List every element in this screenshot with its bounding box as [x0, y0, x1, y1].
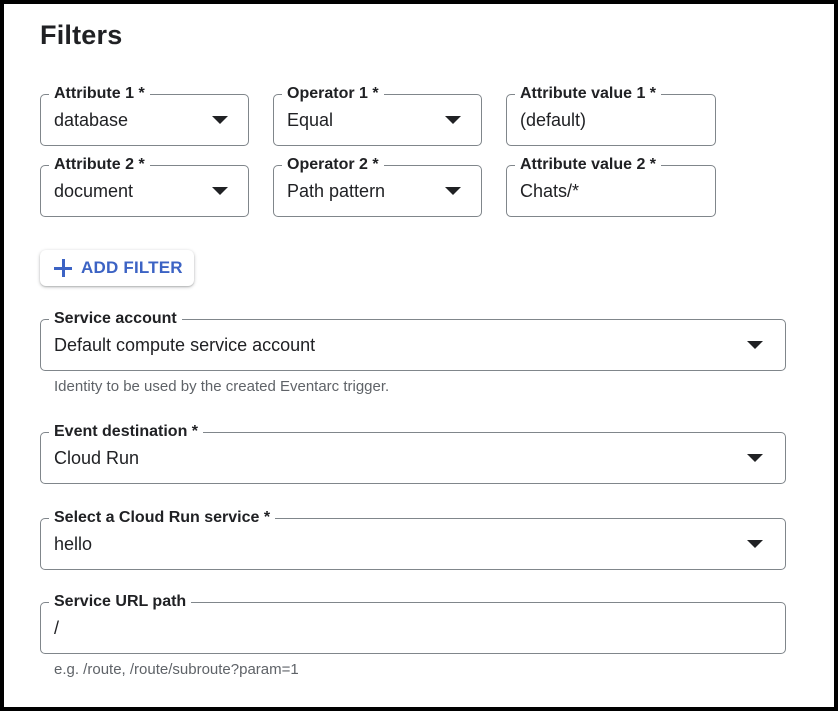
dropdown-arrow-icon — [212, 116, 228, 124]
dropdown-arrow-icon — [445, 187, 461, 195]
operator-2-value: Path pattern — [287, 181, 386, 201]
service-account-label: Service account — [49, 309, 182, 329]
attribute-value-2-label: Attribute value 2 * — [515, 155, 662, 175]
dropdown-arrow-icon — [445, 116, 461, 124]
operator-1-label: Operator 1 * — [282, 84, 384, 104]
dropdown-arrow-icon — [747, 454, 763, 462]
attribute-value-2-input[interactable]: Attribute value 2 * Chats/* — [506, 155, 716, 217]
operator-2-select[interactable]: Operator 2 * Path pattern — [273, 155, 482, 217]
attribute-1-value: database — [54, 110, 129, 130]
plus-icon — [54, 259, 72, 277]
event-destination-label: Event destination * — [49, 422, 204, 442]
event-destination-value: Cloud Run — [54, 448, 140, 468]
attribute-value-1-input[interactable]: Attribute value 1 * (default) — [506, 84, 716, 146]
add-filter-button[interactable]: ADD FILTER — [40, 250, 194, 286]
service-url-path-value: / — [54, 618, 60, 638]
attribute-2-select[interactable]: Attribute 2 * document — [40, 155, 249, 217]
service-account-value: Default compute service account — [54, 335, 316, 355]
attribute-2-value: document — [54, 181, 134, 201]
attribute-value-1-value: (default) — [520, 110, 587, 130]
operator-1-value: Equal — [287, 110, 334, 130]
cloud-run-service-value: hello — [54, 534, 93, 554]
service-url-path-label: Service URL path — [49, 592, 192, 612]
event-destination-select[interactable]: Event destination * Cloud Run — [40, 422, 786, 484]
service-account-select[interactable]: Service account Default compute service … — [40, 309, 786, 371]
cloud-run-service-label: Select a Cloud Run service * — [49, 508, 276, 528]
filters-panel: Filters Attribute 1 * database Operator … — [0, 0, 838, 711]
add-filter-label: ADD FILTER — [81, 258, 183, 277]
service-url-path-helper: e.g. /route, /route/subroute?param=1 — [54, 661, 299, 678]
dropdown-arrow-icon — [747, 540, 763, 548]
page-title: Filters — [40, 20, 123, 50]
service-url-path-input[interactable]: Service URL path / — [40, 592, 786, 654]
operator-1-select[interactable]: Operator 1 * Equal — [273, 84, 482, 146]
service-account-helper: Identity to be used by the created Event… — [54, 378, 390, 395]
operator-2-label: Operator 2 * — [282, 155, 384, 175]
attribute-1-label: Attribute 1 * — [49, 84, 150, 104]
cloud-run-service-select[interactable]: Select a Cloud Run service * hello — [40, 508, 786, 570]
attribute-value-1-label: Attribute value 1 * — [515, 84, 662, 104]
dropdown-arrow-icon — [747, 341, 763, 349]
attribute-value-2-value: Chats/* — [520, 181, 580, 201]
attribute-2-label: Attribute 2 * — [49, 155, 150, 175]
dropdown-arrow-icon — [212, 187, 228, 195]
attribute-1-select[interactable]: Attribute 1 * database — [40, 84, 249, 146]
